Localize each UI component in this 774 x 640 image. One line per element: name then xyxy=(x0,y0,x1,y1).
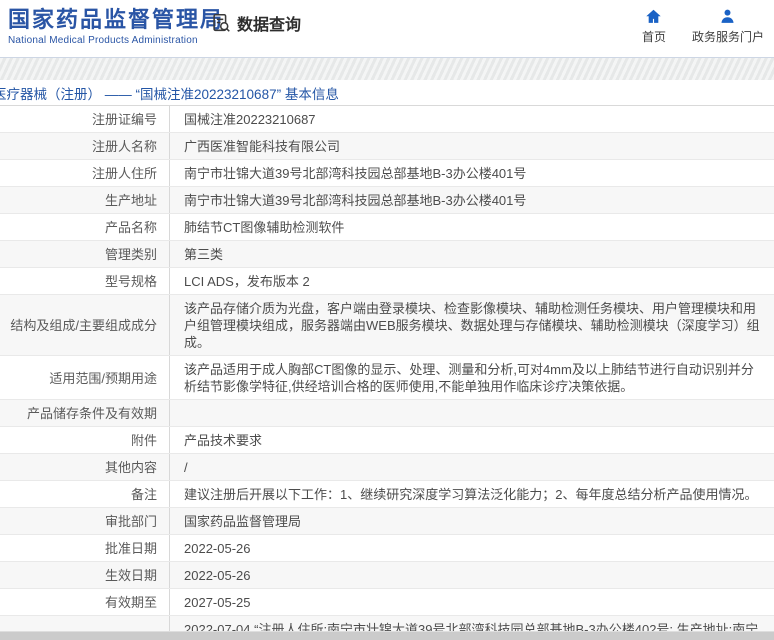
nav-portal-label: 政务服务门户 xyxy=(691,30,764,44)
row-value: 第三类 xyxy=(184,247,224,262)
row-value xyxy=(170,400,774,426)
row-label-text: 审批部门 xyxy=(104,514,157,529)
row-label-text: 生效日期 xyxy=(104,568,157,583)
nav-portal[interactable]: 政务服务门户 xyxy=(692,8,764,45)
row-label-text: 型号规格 xyxy=(104,274,157,289)
row-value: 该产品适用于成人胸部CT图像的显示、处理、测量和分析,可对4mm及以上肺结节进行… xyxy=(184,362,754,394)
striped-divider-band xyxy=(0,57,774,80)
page: 国家药品监督管理局 National Medical Products Admi… xyxy=(0,0,774,640)
row-value: / xyxy=(184,460,188,475)
row-value: 建议注册后开展以下工作：1、继续研究深度学习算法泛化能力；2、每年度总结分析产品… xyxy=(184,487,758,502)
row-value: 南宁市壮锦大道39号北部湾科技园总部基地B-3办公楼401号 xyxy=(184,193,527,208)
row-label-text: 其他内容 xyxy=(104,460,157,475)
row-label-text: 生产地址 xyxy=(104,193,157,208)
row-label-text: 注册人名称 xyxy=(91,139,157,154)
row-label: 批准日期 xyxy=(0,535,170,561)
row-label: 生效日期 xyxy=(0,562,170,588)
table-row: 变更情况 2022-07-04 “注册人住所:南宁市壮锦大道39号北部湾科技园总部… xyxy=(0,616,774,631)
row-label: 注册证编号 xyxy=(0,106,170,132)
row-value: 南宁市壮锦大道39号北部湾科技园总部基地B-3办公楼401号 xyxy=(184,166,527,181)
table-row: 注册人名称 广西医准智能科技有限公司 xyxy=(0,133,774,160)
logo-subtitle: National Medical Products Administration xyxy=(8,35,198,46)
home-icon xyxy=(645,8,662,25)
breadcrumb-bar: 医疗器械（注册） —— “国械注准20223210687” 基本信息 xyxy=(0,80,774,106)
table-row: 有效期至 2027-05-25 xyxy=(0,589,774,616)
row-label: 备注 xyxy=(0,481,170,507)
row-label: 型号规格 xyxy=(0,268,170,294)
table-row: 审批部门 国家药品监督管理局 xyxy=(0,508,774,535)
row-label-text: 有效期至 xyxy=(104,595,157,610)
row-label: 管理类别 xyxy=(0,241,170,267)
logo-title: 国家药品监督管理局 xyxy=(8,7,225,32)
row-value: 国家药品监督管理局 xyxy=(184,514,302,529)
row-label-text: 批准日期 xyxy=(104,541,157,556)
user-icon xyxy=(719,8,736,25)
info-table: 注册证编号 国械注准20223210687 注册人名称 广西医准智能科技有限公司 注册人… xyxy=(0,106,774,631)
row-value: 国械注准20223210687 xyxy=(184,112,316,127)
row-label: 注册人名称 xyxy=(0,133,170,159)
info-table-body: 注册证编号 国械注准20223210687 注册人名称 广西医准智能科技有限公司 注册人… xyxy=(0,106,774,631)
document-search-icon xyxy=(210,12,232,34)
nmpa-logo[interactable]: 国家药品监督管理局 National Medical Products Admi… xyxy=(8,7,224,46)
row-label-text: 结构及组成/主要组成成分 xyxy=(10,318,157,333)
row-label-text: 备注 xyxy=(130,487,157,502)
table-row: 注册证编号 国械注准20223210687 xyxy=(0,106,774,133)
data-query-label: 数据查询 xyxy=(237,17,302,34)
row-value: 肺结节CT图像辅助检测软件 xyxy=(184,220,345,235)
row-label-text: 适用范围/预期用途 xyxy=(49,370,157,386)
row-label-text: 产品名称 xyxy=(104,220,157,235)
table-row: 其他内容 / xyxy=(0,454,774,481)
row-label: 审批部门 xyxy=(0,508,170,534)
row-value: 2022-05-26 xyxy=(184,568,251,583)
table-row: 产品储存条件及有效期 xyxy=(0,400,774,427)
top-nav: 首页 政务服务门户 xyxy=(642,8,764,45)
nav-home-label: 首页 xyxy=(641,30,666,44)
row-label: 产品名称 xyxy=(0,214,170,240)
nav-home[interactable]: 首页 xyxy=(642,8,666,45)
table-row: 生产地址 南宁市壮锦大道39号北部湾科技园总部基地B-3办公楼401号 xyxy=(0,187,774,214)
row-label-text: 产品储存条件及有效期 xyxy=(26,406,157,421)
row-value: LCI ADS，发布版本 2 xyxy=(184,274,310,289)
table-row: 型号规格 LCI ADS，发布版本 2 xyxy=(0,268,774,295)
row-label: 生产地址 xyxy=(0,187,170,213)
table-row: 管理类别 第三类 xyxy=(0,241,774,268)
site-header: 国家药品监督管理局 National Medical Products Admi… xyxy=(0,0,774,57)
row-label-text: 注册人住所 xyxy=(91,166,157,181)
row-label-text: 管理类别 xyxy=(104,247,157,262)
row-label: 适用范围/预期用途 xyxy=(0,356,170,399)
breadcrumb: 医疗器械（注册） —— “国械注准20223210687” 基本信息 xyxy=(0,86,339,102)
row-label: 附件 xyxy=(0,427,170,453)
table-row: 附件 产品技术要求 xyxy=(0,427,774,454)
row-value: 2022-07-04 “注册人住所:南宁市壮锦大道39号北部湾科技园总部基地B-… xyxy=(184,622,759,631)
table-row: 结构及组成/主要组成成分 该产品存储介质为光盘，客户端由登录模块、检查影像模块、辅… xyxy=(0,295,774,356)
table-row: 生效日期 2022-05-26 xyxy=(0,562,774,589)
row-label: 变更情况 xyxy=(0,616,170,631)
row-label: 产品储存条件及有效期 xyxy=(0,400,170,426)
row-label: 注册人住所 xyxy=(0,160,170,186)
row-label-text: 注册证编号 xyxy=(91,112,157,127)
table-row: 适用范围/预期用途 该产品适用于成人胸部CT图像的显示、处理、测量和分析,可对4m… xyxy=(0,356,774,400)
row-value: 广西医准智能科技有限公司 xyxy=(184,139,341,154)
data-query-nav[interactable]: 数据查询 xyxy=(210,11,301,35)
row-value: 该产品存储介质为光盘，客户端由登录模块、检查影像模块、辅助检测任务模块、用户管理… xyxy=(184,301,760,350)
row-value: 2022-05-26 xyxy=(184,541,251,556)
footer-bar xyxy=(0,631,774,640)
row-label: 其他内容 xyxy=(0,454,170,480)
row-label-text: 附件 xyxy=(130,433,157,448)
table-row: 注册人住所 南宁市壮锦大道39号北部湾科技园总部基地B-3办公楼401号 xyxy=(0,160,774,187)
table-row: 批准日期 2022-05-26 xyxy=(0,535,774,562)
table-row: 产品名称 肺结节CT图像辅助检测软件 xyxy=(0,214,774,241)
row-value: 2027-05-25 xyxy=(184,595,251,610)
row-label: 有效期至 xyxy=(0,589,170,615)
row-label: 结构及组成/主要组成成分 xyxy=(0,295,170,355)
table-row: 备注 建议注册后开展以下工作：1、继续研究深度学习算法泛化能力；2、每年度总结分析… xyxy=(0,481,774,508)
row-value: 产品技术要求 xyxy=(184,433,263,448)
